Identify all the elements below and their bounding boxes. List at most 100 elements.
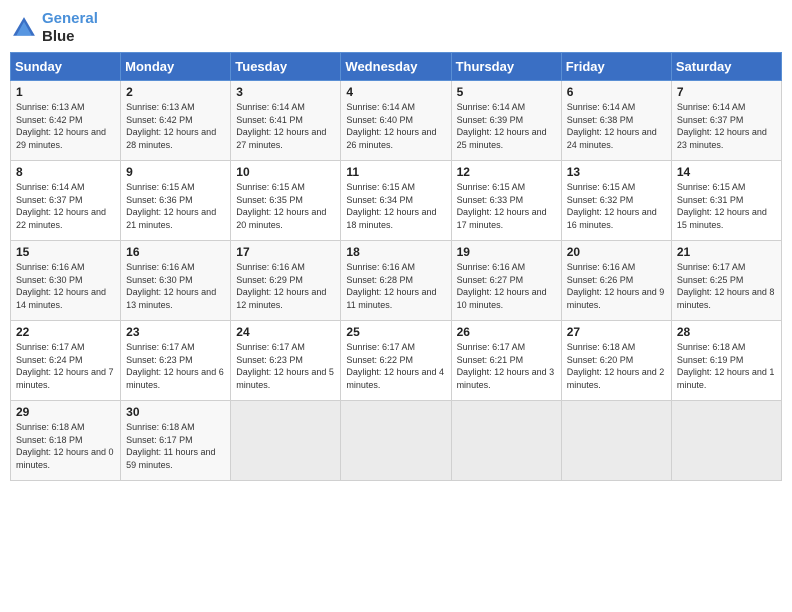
- calendar-cell: 9 Sunrise: 6:15 AM Sunset: 6:36 PM Dayli…: [121, 161, 231, 241]
- cell-content: Sunrise: 6:16 AM Sunset: 6:30 PM Dayligh…: [16, 261, 115, 311]
- calendar-cell: 11 Sunrise: 6:15 AM Sunset: 6:34 PM Dayl…: [341, 161, 451, 241]
- calendar-cell: 16 Sunrise: 6:16 AM Sunset: 6:30 PM Dayl…: [121, 241, 231, 321]
- cell-content: Sunrise: 6:17 AM Sunset: 6:24 PM Dayligh…: [16, 341, 115, 391]
- calendar-week-row: 29 Sunrise: 6:18 AM Sunset: 6:18 PM Dayl…: [11, 401, 782, 481]
- weekday-header-sunday: Sunday: [11, 53, 121, 81]
- calendar-cell: [231, 401, 341, 481]
- logo-icon: [10, 14, 38, 42]
- cell-content: Sunrise: 6:15 AM Sunset: 6:34 PM Dayligh…: [346, 181, 445, 231]
- weekday-header-wednesday: Wednesday: [341, 53, 451, 81]
- calendar-cell: [561, 401, 671, 481]
- calendar-cell: 2 Sunrise: 6:13 AM Sunset: 6:42 PM Dayli…: [121, 81, 231, 161]
- day-number: 20: [567, 245, 666, 259]
- calendar-cell: 7 Sunrise: 6:14 AM Sunset: 6:37 PM Dayli…: [671, 81, 781, 161]
- calendar-cell: 4 Sunrise: 6:14 AM Sunset: 6:40 PM Dayli…: [341, 81, 451, 161]
- cell-content: Sunrise: 6:14 AM Sunset: 6:37 PM Dayligh…: [677, 101, 776, 151]
- calendar-cell: 24 Sunrise: 6:17 AM Sunset: 6:23 PM Dayl…: [231, 321, 341, 401]
- cell-content: Sunrise: 6:14 AM Sunset: 6:37 PM Dayligh…: [16, 181, 115, 231]
- day-number: 27: [567, 325, 666, 339]
- cell-content: Sunrise: 6:13 AM Sunset: 6:42 PM Dayligh…: [16, 101, 115, 151]
- cell-content: Sunrise: 6:17 AM Sunset: 6:23 PM Dayligh…: [126, 341, 225, 391]
- weekday-header-friday: Friday: [561, 53, 671, 81]
- calendar-cell: [671, 401, 781, 481]
- day-number: 18: [346, 245, 445, 259]
- calendar-cell: 26 Sunrise: 6:17 AM Sunset: 6:21 PM Dayl…: [451, 321, 561, 401]
- cell-content: Sunrise: 6:18 AM Sunset: 6:17 PM Dayligh…: [126, 421, 225, 471]
- cell-content: Sunrise: 6:14 AM Sunset: 6:40 PM Dayligh…: [346, 101, 445, 151]
- day-number: 1: [16, 85, 115, 99]
- logo-text: GeneralBlue: [42, 10, 98, 46]
- calendar-cell: 8 Sunrise: 6:14 AM Sunset: 6:37 PM Dayli…: [11, 161, 121, 241]
- weekday-header-monday: Monday: [121, 53, 231, 81]
- day-number: 14: [677, 165, 776, 179]
- day-number: 21: [677, 245, 776, 259]
- calendar-week-row: 1 Sunrise: 6:13 AM Sunset: 6:42 PM Dayli…: [11, 81, 782, 161]
- calendar-cell: 12 Sunrise: 6:15 AM Sunset: 6:33 PM Dayl…: [451, 161, 561, 241]
- day-number: 3: [236, 85, 335, 99]
- day-number: 2: [126, 85, 225, 99]
- calendar-cell: 30 Sunrise: 6:18 AM Sunset: 6:17 PM Dayl…: [121, 401, 231, 481]
- day-number: 15: [16, 245, 115, 259]
- calendar-cell: 29 Sunrise: 6:18 AM Sunset: 6:18 PM Dayl…: [11, 401, 121, 481]
- day-number: 16: [126, 245, 225, 259]
- day-number: 23: [126, 325, 225, 339]
- calendar-cell: 13 Sunrise: 6:15 AM Sunset: 6:32 PM Dayl…: [561, 161, 671, 241]
- calendar-cell: 14 Sunrise: 6:15 AM Sunset: 6:31 PM Dayl…: [671, 161, 781, 241]
- day-number: 8: [16, 165, 115, 179]
- cell-content: Sunrise: 6:17 AM Sunset: 6:21 PM Dayligh…: [457, 341, 556, 391]
- cell-content: Sunrise: 6:16 AM Sunset: 6:30 PM Dayligh…: [126, 261, 225, 311]
- calendar-week-row: 22 Sunrise: 6:17 AM Sunset: 6:24 PM Dayl…: [11, 321, 782, 401]
- cell-content: Sunrise: 6:14 AM Sunset: 6:38 PM Dayligh…: [567, 101, 666, 151]
- day-number: 4: [346, 85, 445, 99]
- calendar-cell: 19 Sunrise: 6:16 AM Sunset: 6:27 PM Dayl…: [451, 241, 561, 321]
- day-number: 13: [567, 165, 666, 179]
- calendar-cell: [451, 401, 561, 481]
- calendar-cell: 23 Sunrise: 6:17 AM Sunset: 6:23 PM Dayl…: [121, 321, 231, 401]
- calendar-cell: 18 Sunrise: 6:16 AM Sunset: 6:28 PM Dayl…: [341, 241, 451, 321]
- calendar-cell: 3 Sunrise: 6:14 AM Sunset: 6:41 PM Dayli…: [231, 81, 341, 161]
- cell-content: Sunrise: 6:15 AM Sunset: 6:32 PM Dayligh…: [567, 181, 666, 231]
- cell-content: Sunrise: 6:16 AM Sunset: 6:28 PM Dayligh…: [346, 261, 445, 311]
- day-number: 12: [457, 165, 556, 179]
- day-number: 5: [457, 85, 556, 99]
- day-number: 19: [457, 245, 556, 259]
- calendar-cell: 21 Sunrise: 6:17 AM Sunset: 6:25 PM Dayl…: [671, 241, 781, 321]
- day-number: 9: [126, 165, 225, 179]
- day-number: 22: [16, 325, 115, 339]
- logo: GeneralBlue: [10, 10, 98, 46]
- calendar-header: SundayMondayTuesdayWednesdayThursdayFrid…: [11, 53, 782, 81]
- cell-content: Sunrise: 6:13 AM Sunset: 6:42 PM Dayligh…: [126, 101, 225, 151]
- weekday-header-tuesday: Tuesday: [231, 53, 341, 81]
- calendar-cell: 20 Sunrise: 6:16 AM Sunset: 6:26 PM Dayl…: [561, 241, 671, 321]
- calendar-cell: 5 Sunrise: 6:14 AM Sunset: 6:39 PM Dayli…: [451, 81, 561, 161]
- weekday-header-saturday: Saturday: [671, 53, 781, 81]
- calendar-cell: 17 Sunrise: 6:16 AM Sunset: 6:29 PM Dayl…: [231, 241, 341, 321]
- day-number: 29: [16, 405, 115, 419]
- day-number: 25: [346, 325, 445, 339]
- calendar-cell: 22 Sunrise: 6:17 AM Sunset: 6:24 PM Dayl…: [11, 321, 121, 401]
- calendar-cell: [341, 401, 451, 481]
- day-number: 10: [236, 165, 335, 179]
- cell-content: Sunrise: 6:17 AM Sunset: 6:22 PM Dayligh…: [346, 341, 445, 391]
- cell-content: Sunrise: 6:15 AM Sunset: 6:33 PM Dayligh…: [457, 181, 556, 231]
- cell-content: Sunrise: 6:18 AM Sunset: 6:20 PM Dayligh…: [567, 341, 666, 391]
- calendar-week-row: 15 Sunrise: 6:16 AM Sunset: 6:30 PM Dayl…: [11, 241, 782, 321]
- calendar-cell: 28 Sunrise: 6:18 AM Sunset: 6:19 PM Dayl…: [671, 321, 781, 401]
- day-number: 11: [346, 165, 445, 179]
- calendar-cell: 1 Sunrise: 6:13 AM Sunset: 6:42 PM Dayli…: [11, 81, 121, 161]
- day-number: 6: [567, 85, 666, 99]
- cell-content: Sunrise: 6:18 AM Sunset: 6:19 PM Dayligh…: [677, 341, 776, 391]
- cell-content: Sunrise: 6:16 AM Sunset: 6:29 PM Dayligh…: [236, 261, 335, 311]
- day-number: 30: [126, 405, 225, 419]
- cell-content: Sunrise: 6:17 AM Sunset: 6:25 PM Dayligh…: [677, 261, 776, 311]
- day-number: 7: [677, 85, 776, 99]
- calendar-cell: 6 Sunrise: 6:14 AM Sunset: 6:38 PM Dayli…: [561, 81, 671, 161]
- cell-content: Sunrise: 6:14 AM Sunset: 6:41 PM Dayligh…: [236, 101, 335, 151]
- cell-content: Sunrise: 6:15 AM Sunset: 6:35 PM Dayligh…: [236, 181, 335, 231]
- calendar-cell: 25 Sunrise: 6:17 AM Sunset: 6:22 PM Dayl…: [341, 321, 451, 401]
- cell-content: Sunrise: 6:17 AM Sunset: 6:23 PM Dayligh…: [236, 341, 335, 391]
- page-header: GeneralBlue: [10, 10, 782, 46]
- day-number: 17: [236, 245, 335, 259]
- calendar-week-row: 8 Sunrise: 6:14 AM Sunset: 6:37 PM Dayli…: [11, 161, 782, 241]
- cell-content: Sunrise: 6:15 AM Sunset: 6:36 PM Dayligh…: [126, 181, 225, 231]
